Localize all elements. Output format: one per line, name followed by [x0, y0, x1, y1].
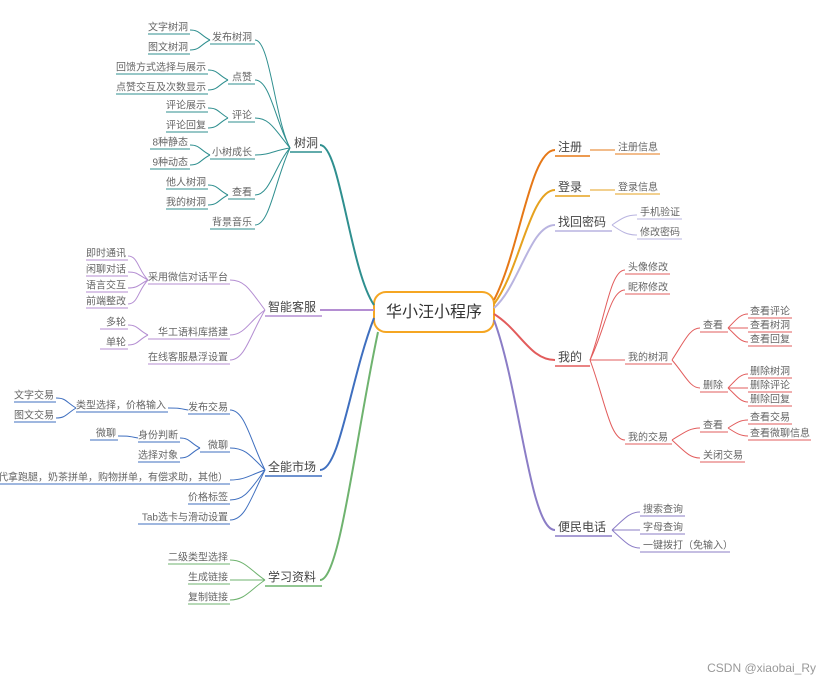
- leaf: 选择对象: [138, 449, 178, 462]
- svg-text:登录: 登录: [558, 179, 582, 194]
- leaf: 多轮: [106, 316, 126, 329]
- leaf: 他人树洞: [166, 176, 206, 189]
- leaf: 9种动态: [152, 156, 188, 169]
- leaf: 查看: [703, 319, 723, 332]
- leaf: 删除树洞: [750, 365, 790, 378]
- leaf: 我的树洞: [628, 351, 668, 364]
- branch-shudong[interactable]: 树洞: [290, 135, 322, 152]
- svg-text:学习资料: 学习资料: [268, 569, 316, 584]
- svg-text:找回密码: 找回密码: [558, 214, 606, 229]
- leaf: 点赞交互及次数显示: [116, 81, 206, 94]
- svg-text:注册: 注册: [558, 139, 582, 154]
- branch-zhaohui[interactable]: 找回密码: [555, 214, 612, 231]
- leaf: 一键拨打（免输入）: [643, 539, 733, 552]
- branch-bianmin[interactable]: 便民电话: [555, 520, 612, 536]
- leaf: 即时通讯: [86, 248, 126, 260]
- leaf: 我的树洞: [166, 196, 206, 209]
- leaf: 微聊: [96, 427, 116, 440]
- leaf: 手机验证: [640, 206, 680, 219]
- leaf: 复制链接: [188, 591, 228, 604]
- mindmap-canvas: 华小汪小程序 树洞 发布树洞 文字树洞 图文树洞 点赞 回馈方式选择与展示 点赞…: [0, 0, 828, 681]
- leaf: 背景音乐: [212, 216, 252, 229]
- leaf: 关闭交易: [703, 449, 743, 462]
- leaf: 查看交易: [750, 411, 790, 424]
- leaf: 评论回复: [166, 119, 206, 132]
- leaf: 修改密码: [640, 226, 680, 239]
- watermark: CSDN @xiaobai_Ry: [707, 661, 816, 675]
- leaf: 文字树洞: [148, 21, 188, 34]
- center-label: 华小汪小程序: [386, 303, 482, 321]
- leaf: 二级类型选择: [168, 551, 228, 564]
- leaf: 小树成长: [212, 146, 252, 159]
- leaf: 查看评论: [750, 305, 790, 318]
- leaf: 查看微聊信息: [750, 427, 810, 440]
- svg-text:便民电话: 便民电话: [558, 520, 606, 534]
- leaf: 发布交易: [188, 401, 228, 414]
- leaf: 搜索查询: [643, 503, 683, 516]
- leaf: 华工语料库搭建: [158, 326, 228, 339]
- svg-text:全能市场: 全能市场: [268, 459, 316, 474]
- leaf: 8种静态: [152, 136, 188, 149]
- leaf: 闲聊对话: [86, 263, 126, 276]
- leaf: 语言交互: [86, 279, 126, 292]
- leaf: 交易标签（二手类，代拿跑腿，奶茶拼单，购物拼单，有偿求助，其他）: [0, 471, 228, 484]
- svg-text:智能客服: 智能客服: [268, 299, 316, 314]
- leaf: 在线客服悬浮设置: [148, 351, 228, 364]
- leaf: 删除评论: [750, 379, 790, 392]
- leaf: 查看: [703, 419, 723, 432]
- branch-wode[interactable]: 我的: [555, 349, 590, 366]
- leaf: 点赞: [232, 71, 252, 84]
- leaf: 价格标签: [188, 491, 228, 504]
- leaf: 身份判断: [138, 429, 178, 442]
- leaf: 回馈方式选择与展示: [116, 61, 206, 74]
- leaf: 生成链接: [188, 571, 228, 584]
- leaf: 查看回复: [750, 333, 790, 346]
- branch-zhuce[interactable]: 注册: [555, 139, 590, 156]
- leaf: 头像修改: [628, 261, 668, 274]
- leaf: 微聊: [208, 439, 228, 452]
- branch-kefu[interactable]: 智能客服: [265, 299, 322, 316]
- branch-xuexi[interactable]: 学习资料: [265, 569, 322, 586]
- leaf: 字母查询: [643, 521, 683, 534]
- svg-text:树洞: 树洞: [294, 135, 318, 150]
- branch-shichang[interactable]: 全能市场: [265, 459, 322, 476]
- leaf: 评论展示: [166, 99, 206, 112]
- branch-denglu[interactable]: 登录: [555, 179, 590, 196]
- leaf: 图文交易: [14, 409, 54, 422]
- leaf: 删除: [703, 379, 723, 392]
- leaf: 发布树洞: [212, 31, 252, 44]
- leaf: 类型选择，价格输入: [76, 399, 166, 412]
- svg-text:我的: 我的: [558, 349, 582, 364]
- leaf: 评论: [232, 109, 252, 122]
- leaf: 前端整改: [86, 295, 126, 308]
- center-node[interactable]: 华小汪小程序: [374, 292, 494, 332]
- leaf: 文字交易: [14, 389, 54, 402]
- leaf: 注册信息: [618, 141, 658, 154]
- leaf: 查看: [232, 186, 252, 199]
- leaf: 采用微信对话平台: [148, 271, 228, 284]
- leaf: Tab选卡与滑动设置: [142, 511, 228, 524]
- leaf: 删除回复: [750, 393, 790, 406]
- leaf: 昵称修改: [628, 281, 668, 294]
- leaf: 查看树洞: [750, 319, 790, 332]
- leaf: 单轮: [106, 336, 126, 349]
- leaf: 我的交易: [628, 431, 668, 444]
- leaf: 登录信息: [618, 181, 658, 194]
- leaf: 图文树洞: [148, 41, 188, 54]
